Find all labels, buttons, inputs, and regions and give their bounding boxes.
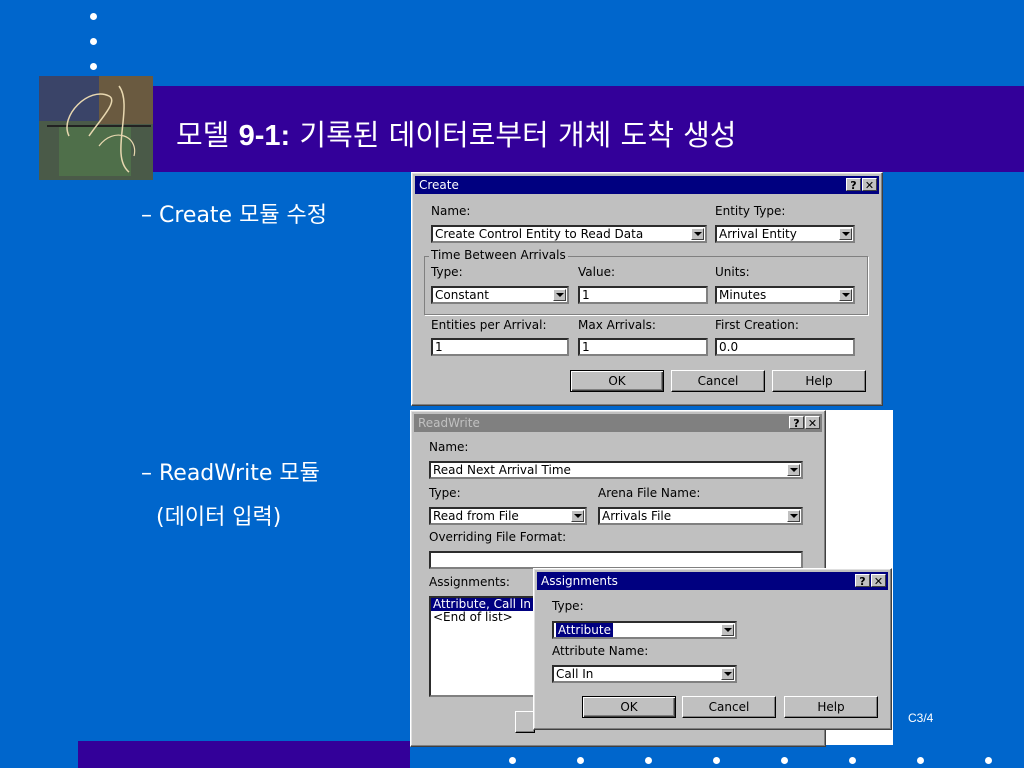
- help-button[interactable]: Help: [772, 370, 866, 392]
- create-dialog-titlebar[interactable]: Create ? ✕: [415, 176, 879, 194]
- readwrite-dialog-title: ReadWrite: [418, 416, 480, 430]
- units-label: Units:: [715, 265, 750, 279]
- assignments-listbox[interactable]: Attribute, Call In <End of list>: [429, 596, 539, 697]
- chevron-down-icon[interactable]: [787, 464, 800, 476]
- overriding-file-format-label: Overriding File Format:: [429, 530, 567, 544]
- chevron-down-icon[interactable]: [553, 289, 566, 301]
- assignments-dialog-titlebar[interactable]: Assignments ? ✕: [537, 572, 888, 590]
- max-arrivals-label: Max Arrivals:: [578, 318, 656, 332]
- name-label: Name:: [429, 440, 469, 454]
- help-question-button[interactable]: ?: [789, 416, 804, 430]
- type-label: Type:: [552, 599, 584, 613]
- name-label: Name:: [431, 204, 471, 218]
- units-value: Minutes: [719, 288, 767, 302]
- decorative-dot: [90, 38, 97, 45]
- decorative-dot: [577, 757, 584, 764]
- type-label: Type:: [431, 265, 463, 279]
- type-value: Attribute: [556, 623, 613, 637]
- help-question-button[interactable]: ?: [846, 178, 861, 192]
- help-question-button[interactable]: ?: [855, 574, 870, 588]
- cancel-button[interactable]: Cancel: [682, 696, 776, 718]
- decorative-dot: [713, 757, 720, 764]
- first-creation-label: First Creation:: [715, 318, 799, 332]
- ok-button[interactable]: OK: [570, 370, 664, 392]
- create-dialog: Create ? ✕ Name: Create Control Entity t…: [411, 172, 883, 406]
- decorative-dot: [645, 757, 652, 764]
- close-button[interactable]: ✕: [871, 574, 886, 588]
- value-label: Value:: [578, 265, 615, 279]
- ok-button[interactable]: OK: [582, 696, 676, 718]
- chevron-down-icon[interactable]: [691, 228, 704, 240]
- slide-title: 모델 9-1: 기록된 데이터로부터 개체 도착 생성: [176, 118, 737, 152]
- entity-type-value: Arrival Entity: [719, 227, 797, 241]
- type-combobox[interactable]: Constant: [431, 286, 569, 304]
- type-combobox[interactable]: Attribute: [552, 621, 737, 639]
- list-item[interactable]: <End of list>: [431, 611, 537, 624]
- chevron-down-icon[interactable]: [721, 624, 734, 636]
- name-value: Create Control Entity to Read Data: [435, 227, 644, 241]
- decorative-dot: [985, 757, 992, 764]
- entity-type-label: Entity Type:: [715, 204, 786, 218]
- assignments-dialog: Assignments ? ✕ Type: Attribute Attribut…: [533, 568, 892, 730]
- decorative-dot: [849, 757, 856, 764]
- chevron-down-icon[interactable]: [839, 228, 852, 240]
- entities-per-arrival-input[interactable]: 1: [431, 338, 569, 356]
- readwrite-hidden-button[interactable]: [515, 711, 535, 733]
- logo-image: [39, 76, 153, 180]
- arena-file-name-combobox[interactable]: Arrivals File: [598, 507, 803, 525]
- entities-per-arrival-label: Entities per Arrival:: [431, 318, 547, 332]
- group-title: Time Between Arrivals: [429, 248, 568, 262]
- assignments-dialog-title: Assignments: [541, 574, 618, 588]
- bullet-readwrite: – ReadWrite 모듈: [141, 461, 320, 486]
- chevron-down-icon[interactable]: [787, 510, 800, 522]
- overriding-file-format-input[interactable]: [429, 551, 803, 569]
- close-button[interactable]: ✕: [862, 178, 877, 192]
- decorative-dot: [781, 757, 788, 764]
- create-dialog-title: Create: [419, 178, 459, 192]
- chevron-down-icon[interactable]: [839, 289, 852, 301]
- attribute-name-value: Call In: [556, 667, 594, 681]
- arena-file-name-value: Arrivals File: [602, 509, 672, 523]
- help-button[interactable]: Help: [784, 696, 878, 718]
- name-combobox[interactable]: Read Next Arrival Time: [429, 461, 803, 479]
- decorative-dot: [90, 63, 97, 70]
- type-value: Constant: [435, 288, 489, 302]
- name-combobox[interactable]: Create Control Entity to Read Data: [431, 225, 707, 243]
- units-combobox[interactable]: Minutes: [715, 286, 855, 304]
- close-button[interactable]: ✕: [805, 416, 820, 430]
- assignments-label: Assignments:: [429, 575, 510, 589]
- bullet-create: – Create 모듈 수정: [141, 203, 328, 228]
- chevron-down-icon[interactable]: [721, 668, 734, 680]
- bottom-band: [78, 741, 410, 768]
- bullet-readwrite-sub: (데이터 입력): [156, 505, 282, 530]
- value-input[interactable]: 1: [578, 286, 708, 304]
- cancel-button[interactable]: Cancel: [671, 370, 765, 392]
- chevron-down-icon[interactable]: [571, 510, 584, 522]
- name-value: Read Next Arrival Time: [433, 463, 571, 477]
- arena-file-name-label: Arena File Name:: [598, 486, 701, 500]
- type-label: Type:: [429, 486, 461, 500]
- max-arrivals-input[interactable]: 1: [578, 338, 708, 356]
- decorative-dot: [90, 13, 97, 20]
- type-value: Read from File: [433, 509, 519, 523]
- attribute-name-label: Attribute Name:: [552, 644, 649, 658]
- page-number: C3/4: [908, 711, 934, 725]
- decorative-dot: [509, 757, 516, 764]
- entity-type-combobox[interactable]: Arrival Entity: [715, 225, 855, 243]
- decorative-dot: [917, 757, 924, 764]
- type-combobox[interactable]: Read from File: [429, 507, 587, 525]
- attribute-name-combobox[interactable]: Call In: [552, 665, 737, 683]
- first-creation-input[interactable]: 0.0: [715, 338, 855, 356]
- readwrite-dialog-titlebar[interactable]: ReadWrite ? ✕: [414, 414, 822, 432]
